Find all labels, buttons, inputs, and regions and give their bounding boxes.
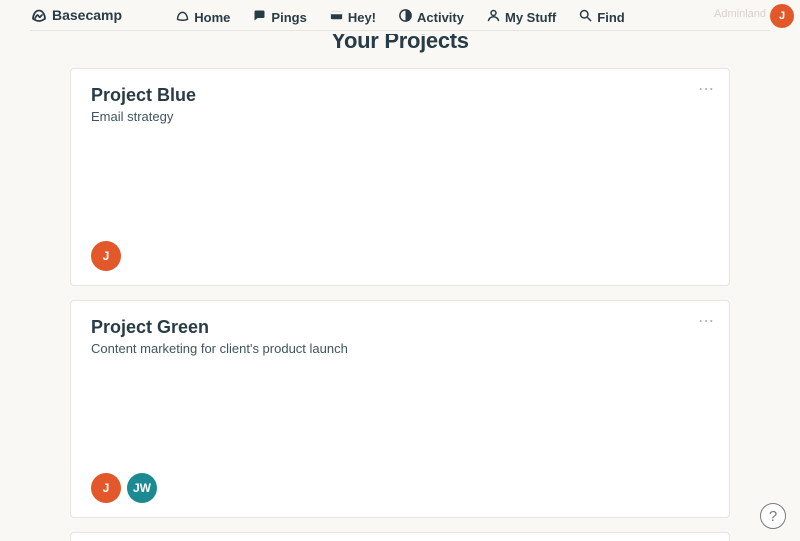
member-avatar[interactable]: J <box>91 473 121 503</box>
project-description: Content marketing for client's product l… <box>91 341 709 356</box>
project-card[interactable]: ⋯ Project Green Content marketing for cl… <box>70 300 730 518</box>
main-nav: Home Pings Hey! Activity My Stuff <box>12 6 788 28</box>
nav-activity[interactable]: Activity <box>396 6 466 28</box>
brand[interactable]: Basecamp <box>30 6 122 24</box>
nav-label: Home <box>194 10 230 25</box>
adminland-link[interactable]: Adminland <box>714 8 766 20</box>
project-description: Email strategy <box>91 109 709 124</box>
project-members: J JW <box>91 473 157 503</box>
nav-pings[interactable]: Pings <box>250 6 308 28</box>
nav-mystuff[interactable]: My Stuff <box>484 6 558 28</box>
brand-name: Basecamp <box>52 7 122 23</box>
nav-label: My Stuff <box>505 10 556 25</box>
search-icon <box>578 8 593 26</box>
avatar-initial: J <box>103 481 110 495</box>
card-more-button[interactable]: ⋯ <box>698 311 715 331</box>
project-title: Project Blue <box>91 85 709 107</box>
avatar-initial: J <box>103 249 110 263</box>
project-list: ⋯ Project Blue Email strategy J ⋯ Projec… <box>70 68 730 541</box>
avatar-initial: J <box>779 10 785 22</box>
nav-label: Pings <box>271 10 306 25</box>
top-bar: Basecamp Home Pings Hey! Activity <box>0 0 800 34</box>
nav-label: Hey! <box>348 10 376 25</box>
avatar-initial: JW <box>133 481 151 495</box>
nav-hey[interactable]: Hey! <box>327 6 378 28</box>
project-title: Project Green <box>91 317 709 339</box>
question-icon: ? <box>769 508 777 525</box>
current-user-avatar[interactable]: J <box>770 4 794 28</box>
project-members: J <box>91 241 121 271</box>
nav-divider <box>30 30 770 31</box>
nav-home[interactable]: Home <box>173 6 232 28</box>
person-icon <box>486 8 501 26</box>
help-button[interactable]: ? <box>760 503 786 529</box>
member-avatar[interactable]: J <box>91 241 121 271</box>
inbox-icon <box>329 8 344 26</box>
nav-label: Activity <box>417 10 464 25</box>
card-more-button[interactable]: ⋯ <box>698 79 715 99</box>
nav-label: Find <box>597 10 624 25</box>
project-card-peek[interactable] <box>70 532 730 541</box>
nav-find[interactable]: Find <box>576 6 626 28</box>
home-icon <box>175 8 190 26</box>
project-card[interactable]: ⋯ Project Blue Email strategy J <box>70 68 730 286</box>
basecamp-logo-icon <box>30 6 48 24</box>
chat-icon <box>252 8 267 26</box>
activity-icon <box>398 8 413 26</box>
member-avatar[interactable]: JW <box>127 473 157 503</box>
